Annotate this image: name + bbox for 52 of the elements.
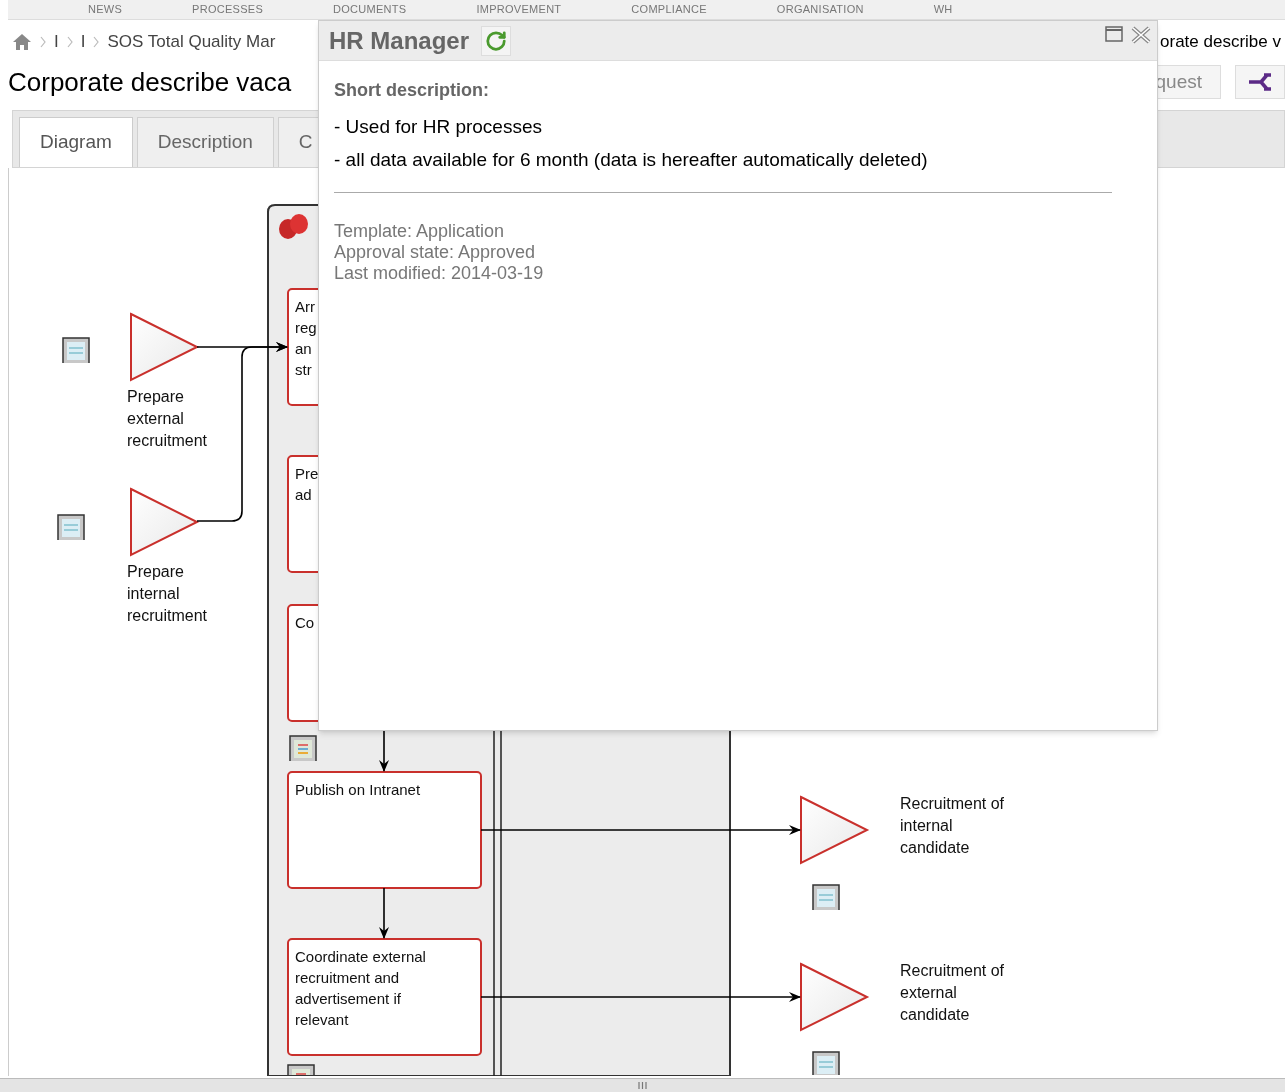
- refresh-icon: [485, 29, 508, 52]
- breadcrumb-title: orate describe v: [1160, 31, 1281, 54]
- event-triangle: [130, 487, 200, 557]
- task-label: Coordinate external recruitment and advertisement if relevant: [295, 948, 426, 1028]
- dialog-title: HR Manager: [329, 25, 470, 56]
- breadcrumb-link[interactable]: SOS Total Quality Mar: [107, 29, 276, 55]
- event-triangle: [800, 962, 870, 1032]
- task-label: Publish on Intranet: [295, 781, 421, 798]
- nav-item[interactable]: NEWS: [88, 4, 123, 15]
- description-line: - all data available for 6 month (data is hereafter automatically deleted): [334, 148, 929, 172]
- breadcrumb-link[interactable]: I: [80, 29, 86, 55]
- task-label: Pre ad: [295, 465, 319, 503]
- nav-item[interactable]: ORGANISATION: [776, 4, 864, 15]
- chevron-icon: [40, 36, 46, 48]
- nav-item[interactable]: PROCESSES: [192, 4, 264, 15]
- home-icon[interactable]: [12, 33, 32, 51]
- meta-line: Approval state: Approved: [334, 242, 537, 263]
- event-label: Recruitment of internal candidate: [900, 795, 1005, 856]
- nav-item[interactable]: WH: [933, 4, 953, 15]
- nav-item[interactable]: IMPROVEMENT: [476, 4, 562, 15]
- event-label: Prepare external recruitment: [127, 388, 208, 449]
- connector-arrow: [379, 728, 389, 772]
- meta-line: Template: Application: [334, 221, 506, 242]
- tab[interactable]: Diagram: [19, 117, 133, 167]
- chevron-icon: [66, 36, 73, 48]
- chevron-icon: [93, 36, 100, 48]
- document-icon: [57, 514, 85, 540]
- connector-arrow: [379, 887, 389, 939]
- task-label: Co: [295, 614, 315, 631]
- short-description-label: Short description:: [334, 79, 490, 102]
- event-triangle: [800, 795, 870, 865]
- share-button[interactable]: [1235, 65, 1285, 99]
- close-icon[interactable]: [1131, 26, 1151, 44]
- event-label: Prepare internal recruitment: [127, 563, 208, 624]
- maximize-icon[interactable]: [1105, 26, 1123, 42]
- page-title: Corporate describe vaca: [8, 65, 292, 99]
- grip-icon: [638, 1082, 647, 1089]
- document-icon: [289, 735, 317, 761]
- event-label: Recruitment of external candidate: [900, 962, 1005, 1023]
- description-line: - Used for HR processes: [334, 115, 543, 139]
- document-icon: [812, 884, 840, 910]
- document-icon: [62, 337, 90, 363]
- refresh-button[interactable]: [481, 25, 512, 56]
- event-triangle: [130, 312, 200, 382]
- nav-item[interactable]: COMPLIANCE: [631, 4, 707, 15]
- horizontal-scrollbar[interactable]: [0, 1078, 1285, 1092]
- share-icon: [1247, 72, 1273, 92]
- meta-line: Last modified: 2014-03-19: [334, 263, 545, 284]
- task-label: Arr reg an str: [295, 298, 317, 378]
- breadcrumb-link[interactable]: I: [54, 29, 59, 55]
- nav-item[interactable]: DOCUMENTS: [333, 4, 407, 15]
- tab[interactable]: Description: [136, 117, 274, 167]
